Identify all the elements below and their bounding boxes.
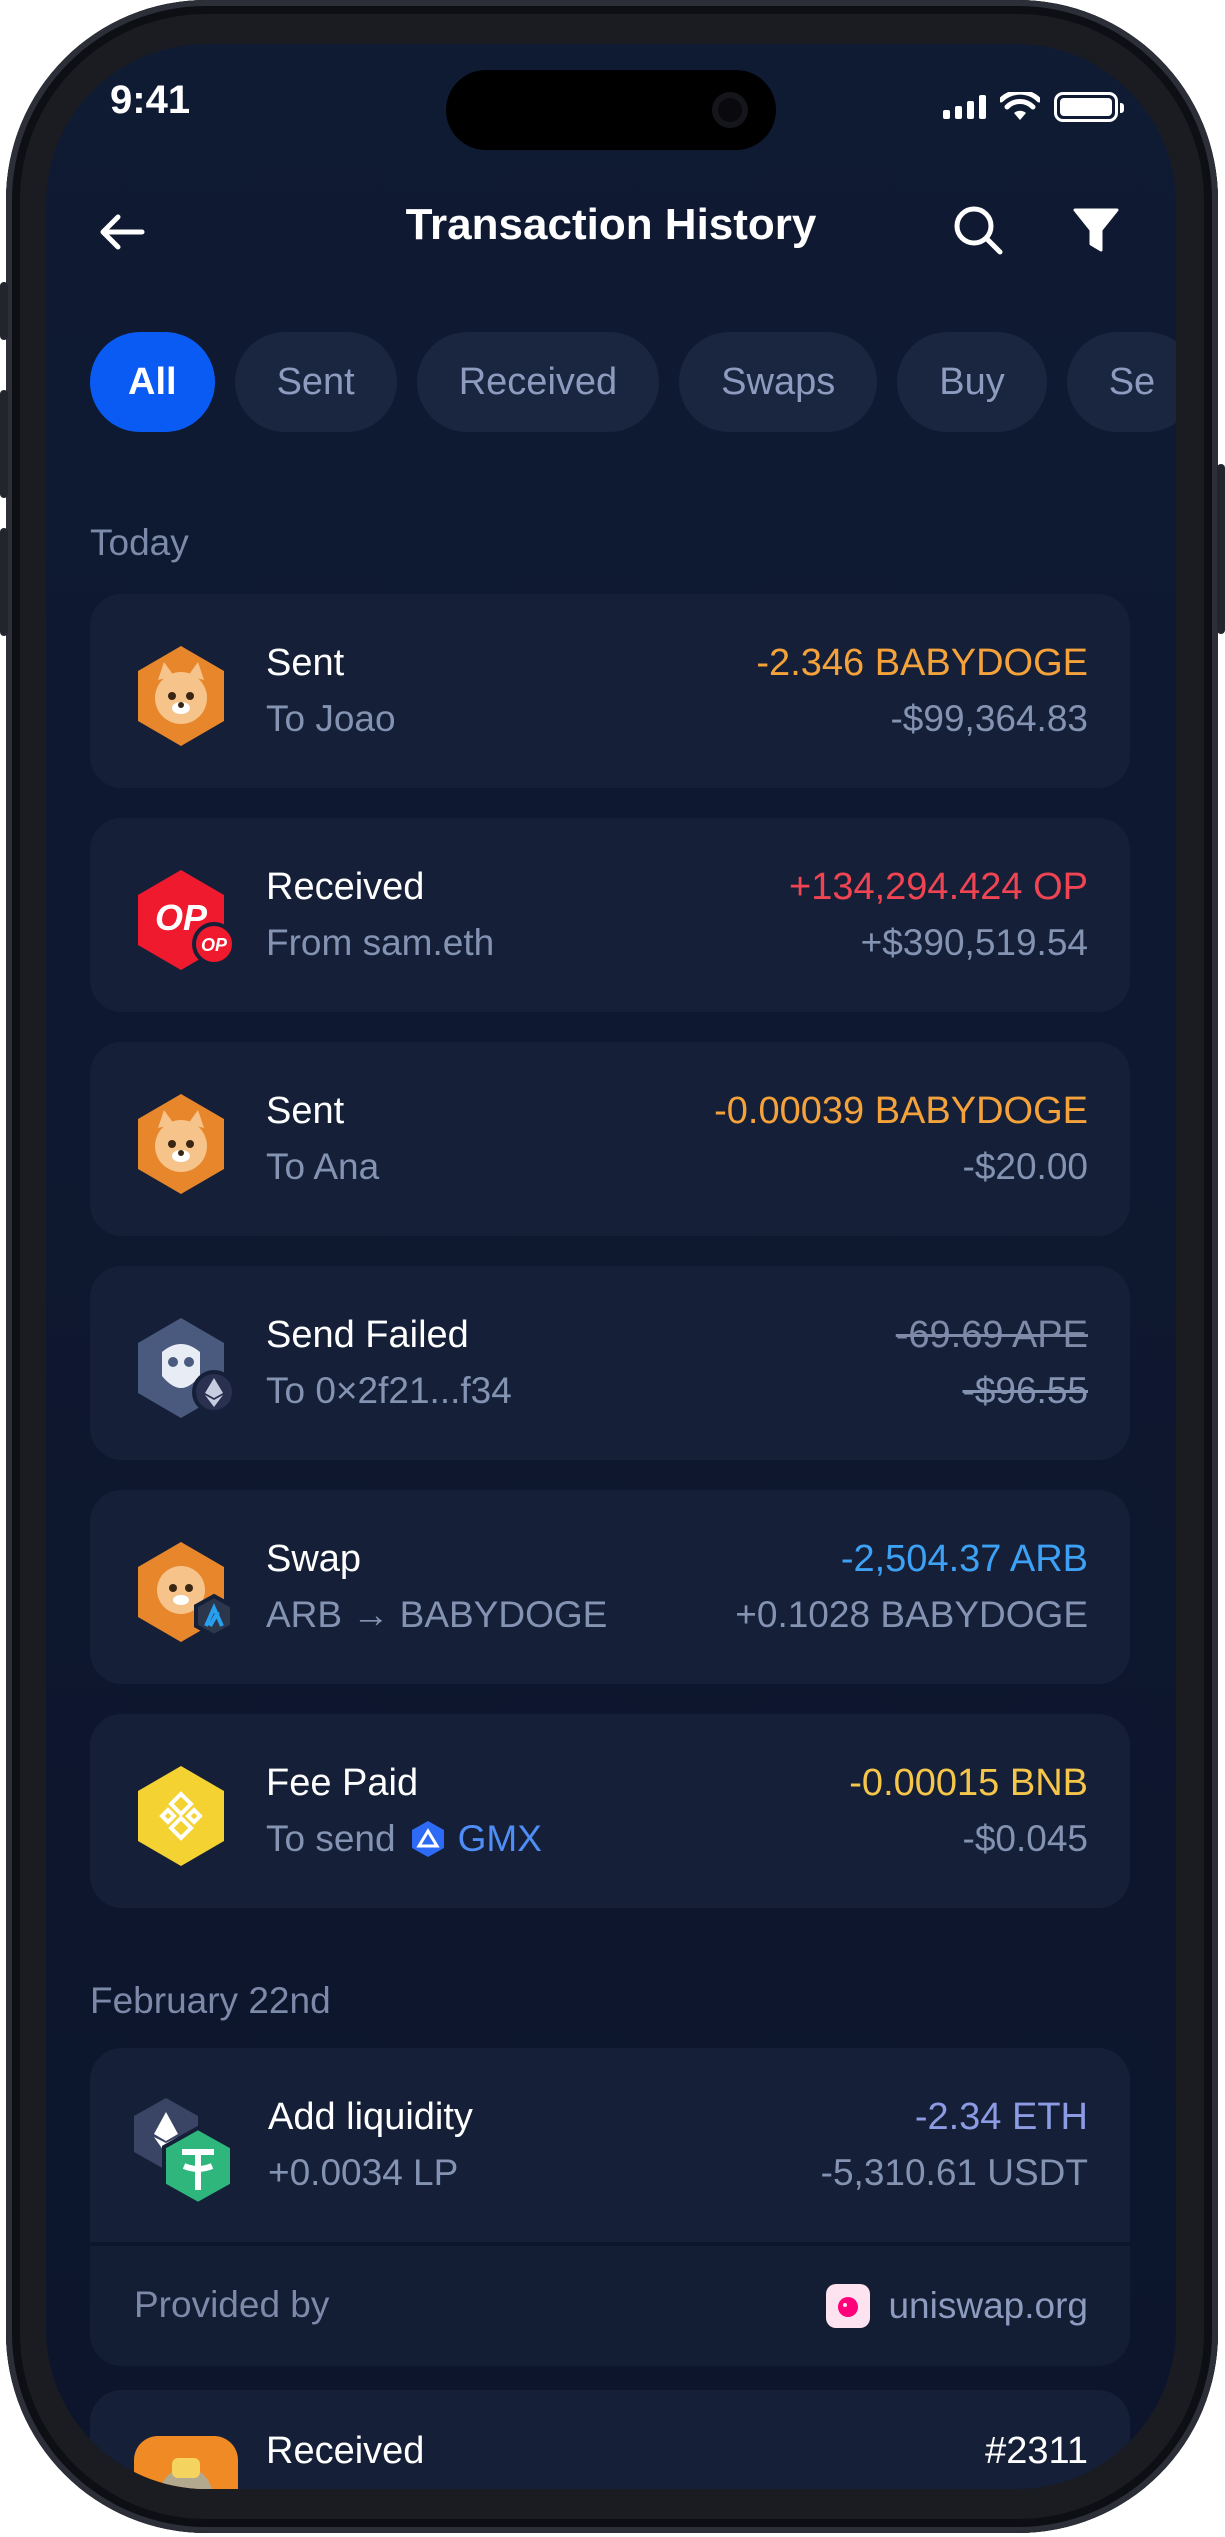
apecoin-icon xyxy=(134,1316,236,1420)
search-button[interactable] xyxy=(946,198,1010,262)
transaction-title: Sent xyxy=(266,642,345,684)
wifi-icon xyxy=(1000,92,1040,120)
transaction-card[interactable]: Received #2311 xyxy=(90,2390,1130,2489)
transaction-fiat: -$0.045 xyxy=(962,1818,1089,1859)
transaction-title: Sent xyxy=(266,1090,345,1132)
babydoge-icon xyxy=(134,644,228,748)
transaction-amount: -0.00015 BNB xyxy=(849,1762,1088,1804)
transaction-title: Swap xyxy=(266,1538,362,1580)
transaction-card[interactable]: Send Failed To 0×2f21...f34 -69.69 APE -… xyxy=(90,1266,1130,1460)
dynamic-island xyxy=(446,70,776,150)
action-button xyxy=(0,282,8,340)
transaction-fiat: -$96.55 xyxy=(962,1370,1089,1411)
filter-button[interactable] xyxy=(1064,198,1128,262)
transaction-subtitle-text: To send xyxy=(266,1818,396,1859)
transaction-amount: +134,294.424 OP xyxy=(789,866,1088,908)
transaction-title: Fee Paid xyxy=(266,1762,419,1804)
transaction-card[interactable]: OP OP Received From sam.eth +134,294.424… xyxy=(90,818,1130,1012)
filter-chip-sell[interactable]: Se xyxy=(1066,332,1176,432)
transaction-fiat: -$99,364.83 xyxy=(890,698,1088,739)
nft-avatar-icon xyxy=(134,2436,238,2489)
provider-name: uniswap.org xyxy=(888,2285,1088,2326)
transaction-amount: -0.00039 BABYDOGE xyxy=(714,1090,1088,1132)
nft-token-id: #2311 xyxy=(985,2430,1088,2472)
filter-chips: All Sent Received Swaps Buy Se xyxy=(90,332,1176,432)
transaction-subtitle: To Ana xyxy=(266,1146,380,1187)
uniswap-icon xyxy=(826,2284,871,2328)
transaction-subtitle: ARB → BABYDOGE xyxy=(266,1594,608,1635)
liquidity-card[interactable]: Add liquidity +0.0034 LP -2.34 ETH -5,31… xyxy=(90,2048,1130,2242)
transaction-amount: -69.69 APE xyxy=(895,1314,1088,1356)
liquidity-amount: -2.34 ETH xyxy=(914,2096,1088,2138)
eth-usdt-pair-icon xyxy=(128,2094,238,2207)
filter-chip-swaps[interactable]: Swaps xyxy=(679,332,878,432)
camera-icon xyxy=(712,92,748,128)
transaction-fiat: +$390,519.54 xyxy=(860,922,1088,963)
volume-down-button xyxy=(0,528,8,636)
transaction-subtitle: To Joao xyxy=(266,698,396,739)
transaction-amount: -2,504.37 ARB xyxy=(840,1538,1088,1580)
liquidity-subtitle: +0.0034 LP xyxy=(268,2152,459,2193)
status-time: 9:41 xyxy=(110,78,191,122)
transaction-subtitle: To send GMX xyxy=(266,1818,542,1860)
filter-chip-buy[interactable]: Buy xyxy=(897,332,1047,432)
provided-by-label: Provided by xyxy=(134,2284,330,2325)
babydoge-icon xyxy=(134,1092,228,1196)
volume-up-button xyxy=(0,390,8,498)
transaction-fiat: -$20.00 xyxy=(962,1146,1089,1187)
filter-chip-received[interactable]: Received xyxy=(416,332,660,432)
transaction-card[interactable]: Sent To Joao -2.346 BABYDOGE -$99,364.83 xyxy=(90,594,1130,788)
liquidity-amount-usdt: -5,310.61 USDT xyxy=(820,2152,1088,2193)
babydoge-arbitrum-icon xyxy=(134,1540,234,1644)
svg-text:OP: OP xyxy=(201,935,228,955)
transaction-amount: -2.346 BABYDOGE xyxy=(756,642,1088,684)
provided-by-row: Provided by uniswap.org xyxy=(90,2246,1130,2366)
filter-chip-all[interactable]: All xyxy=(90,332,215,432)
search-icon xyxy=(954,206,1003,255)
filter-icon xyxy=(1073,208,1119,252)
transaction-card[interactable]: Sent To Ana -0.00039 BABYDOGE -$20.00 xyxy=(90,1042,1130,1236)
cellular-signal-icon xyxy=(943,95,986,119)
transaction-subtitle: To 0×2f21...f34 xyxy=(266,1370,512,1411)
transaction-card[interactable]: Fee Paid To send GMX -0.00015 BNB -$0.04… xyxy=(90,1714,1130,1908)
battery-icon xyxy=(1054,92,1124,122)
filter-chip-sent[interactable]: Sent xyxy=(234,332,397,432)
gmx-token-label: GMX xyxy=(457,1818,542,1859)
bnb-icon xyxy=(134,1764,228,1868)
status-icons xyxy=(943,92,1124,122)
transaction-title: Received xyxy=(266,866,425,908)
provider-link[interactable]: uniswap.org xyxy=(826,2284,1088,2328)
liquidity-title: Add liquidity xyxy=(268,2096,473,2138)
transaction-title: Send Failed xyxy=(266,1314,469,1356)
transaction-title: Received xyxy=(266,2430,425,2472)
transaction-swap-received: +0.1028 BABYDOGE xyxy=(735,1594,1088,1635)
power-button xyxy=(1217,464,1225,634)
gmx-token-link[interactable]: GMX xyxy=(408,1818,542,1860)
optimism-icon: OP OP xyxy=(134,868,236,972)
section-label-today: Today xyxy=(90,522,189,563)
section-label-feb: February 22nd xyxy=(90,1980,331,2021)
gmx-icon xyxy=(411,1821,444,1857)
transaction-card[interactable]: Swap ARB → BABYDOGE -2,504.37 ARB +0.102… xyxy=(90,1490,1130,1684)
transaction-subtitle: From sam.eth xyxy=(266,922,495,963)
screen: 9:41 Transaction History All Sent Receiv… xyxy=(46,44,1176,2489)
